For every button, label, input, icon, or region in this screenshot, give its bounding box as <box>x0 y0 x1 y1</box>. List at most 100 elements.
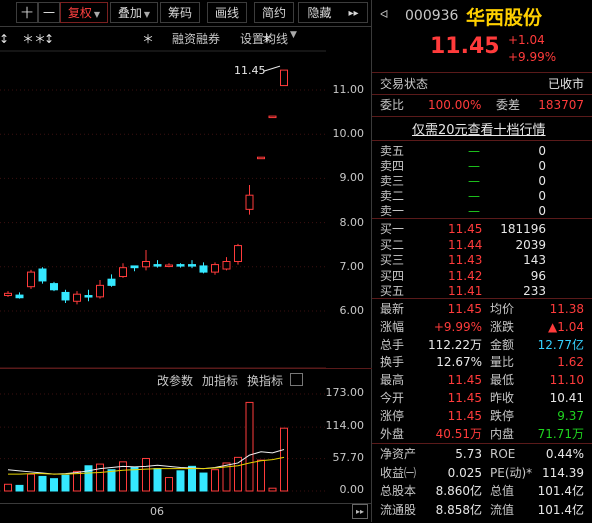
fund-label: 净资产 <box>380 447 417 461</box>
candle-body <box>199 265 208 273</box>
volume-bar <box>142 457 150 492</box>
candle-body <box>84 295 93 298</box>
stat-value: 40.51万 <box>435 426 482 441</box>
order-ratio-label: 委比 <box>380 98 405 112</box>
volume-tick-label: 57.70 <box>332 450 365 464</box>
stat-row: 换手 12.67% 量比 1.62 <box>378 353 588 371</box>
volume-tick-label: 114.00 <box>325 419 365 433</box>
candle-body <box>245 194 254 210</box>
overlay-dropdown[interactable]: 叠加 ▼ <box>110 2 158 23</box>
price-tick-label: 9.00 <box>339 171 365 185</box>
fundamental-row: 总股本 8.860亿 总值 101.4亿 <box>378 482 588 500</box>
order-diff-value: 183707 <box>538 98 584 112</box>
fund-label: 流通股 <box>380 502 417 517</box>
volume-bar <box>245 401 254 492</box>
stat-label: 涨跌 <box>490 319 515 334</box>
volume-bar <box>50 478 58 492</box>
price-axis: 11.00 10.00 9.00 8.00 7.00 6.00 <box>327 27 370 367</box>
candle-body <box>27 271 35 288</box>
volume-bar <box>15 484 24 492</box>
zoom-out-button[interactable]: 一 <box>38 2 60 23</box>
edit-params-link[interactable]: 改参数 <box>157 372 193 389</box>
chevron-down-icon: ▼ <box>93 10 101 19</box>
event-marker-row: ↕ ＊＊↕ ＊＊ <box>0 32 273 46</box>
stat-label: 总手 <box>380 337 405 352</box>
fund-value: 0.025 <box>447 465 482 480</box>
fundamental-row: 收益㈠ 0.025 PE(动)* 114.39 <box>378 464 588 482</box>
stat-label: 昨收 <box>490 391 515 405</box>
stat-label: 涨幅 <box>380 319 405 334</box>
candle-body <box>119 267 127 278</box>
trade-status-value: 已收市 <box>547 77 584 91</box>
price-tick-label: 11.00 <box>332 83 365 96</box>
hide-button[interactable]: 隐藏 <box>298 2 340 23</box>
candle-body <box>268 115 277 119</box>
candlestick-series <box>4 69 288 305</box>
fund-label: 流值 <box>490 502 515 517</box>
candle-body <box>38 268 47 282</box>
trade-status-row: 交易状态 已收市 <box>378 75 588 93</box>
trade-status-label: 交易状态 <box>380 77 429 91</box>
volume-bar <box>130 466 139 492</box>
volume-bars <box>4 401 288 492</box>
stat-label: 最低 <box>490 373 515 388</box>
chart-toolbar: 十 一 复权 ▼ 叠加 ▼ 筹码 画线 简约 隐藏 ▸▸ <box>0 0 372 27</box>
stat-value: 11.10 <box>549 373 584 388</box>
fund-value: 8.858亿 <box>435 502 482 517</box>
stat-row: 今开 11.45 昨收 10.41 <box>378 389 588 407</box>
volume-axis: 173.00 114.00 57.70 0.00 <box>325 368 370 508</box>
event-marker: ＊ <box>261 32 273 46</box>
volume-bar <box>38 475 47 492</box>
scroll-right-icon[interactable]: ▸▸ <box>352 504 368 519</box>
stat-row: 外盘 40.51万 内盘 71.71万 <box>378 425 588 443</box>
event-marker: ＊ <box>142 32 154 46</box>
draw-line-button[interactable]: 画线 <box>207 2 247 23</box>
stat-value: 11.45 <box>447 391 482 405</box>
chevron-down-icon: ▼ <box>143 10 151 19</box>
stat-label: 涨停 <box>380 408 405 423</box>
zoom-in-button[interactable]: 十 <box>16 2 38 23</box>
volume-bar <box>153 468 162 492</box>
volume-grid <box>0 393 326 492</box>
stat-label: 跌停 <box>490 408 515 423</box>
close-indicator-icon[interactable] <box>290 373 303 386</box>
volume-bar <box>268 487 277 492</box>
adjust-price-label: 复权 <box>67 6 92 20</box>
kline-chart[interactable]: ↕ ＊＊↕ ＊＊ 11.45 <box>0 26 326 516</box>
stat-value: 11.45 <box>447 302 482 316</box>
stat-row: 最高 11.45 最低 11.10 <box>378 371 588 389</box>
candle-body <box>107 278 116 286</box>
candle-body <box>15 294 24 299</box>
stat-label: 最新 <box>380 302 405 316</box>
volume-bar <box>4 483 12 492</box>
event-marker: ＊ <box>22 32 34 46</box>
event-marker: ↕ <box>0 32 9 46</box>
stat-label: 量比 <box>490 355 515 370</box>
volume-bar <box>176 470 185 492</box>
candle-body <box>211 264 219 273</box>
fund-value: 101.4亿 <box>537 502 584 517</box>
promo-link[interactable]: 仅需20元查看十档行情 <box>412 119 546 138</box>
volume-bar <box>27 473 35 492</box>
adjust-price-dropdown[interactable]: 复权 ▼ <box>60 2 108 23</box>
fund-value: 8.860亿 <box>435 484 482 498</box>
event-marker: ↕ <box>44 32 54 46</box>
stat-value: 11.38 <box>549 302 584 316</box>
add-indicator-link[interactable]: 加指标 <box>202 372 238 389</box>
fund-value: 101.4亿 <box>537 484 584 498</box>
volume-bar <box>280 427 288 492</box>
candle-body <box>73 293 81 302</box>
switch-indicator-link[interactable]: 换指标 <box>247 372 283 389</box>
expand-arrows-icon[interactable]: ▸▸ <box>340 2 368 23</box>
simple-mode-button[interactable]: 简约 <box>254 2 294 23</box>
candle-body <box>234 245 242 262</box>
candle-body <box>142 260 150 268</box>
chips-button[interactable]: 筹码 <box>160 2 200 23</box>
expand-icon[interactable]: ᐊ <box>380 8 388 21</box>
volume-tick-label: 173.00 <box>325 386 365 399</box>
time-scrollbar[interactable] <box>0 503 372 523</box>
volume-bar <box>107 469 116 492</box>
stat-row: 涨幅 +9.99% 涨跌 ▲1.04 <box>378 318 588 336</box>
callout-pointer <box>263 65 281 72</box>
volume-bar <box>165 477 173 492</box>
